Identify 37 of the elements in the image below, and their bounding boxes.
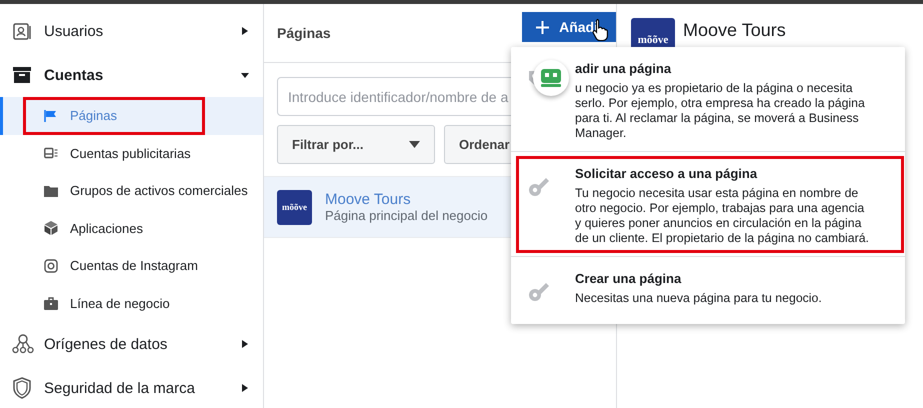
flag-icon [44, 108, 58, 123]
sidebar-subitem[interactable]: Cuentas de Instagram [0, 247, 263, 284]
sidebar-item[interactable]: Seguridad de la marca [0, 366, 263, 408]
caret-down-icon [241, 71, 249, 79]
sidebar-subitem[interactable]: Cuentas publicitarias [0, 134, 263, 172]
sidebar-item[interactable]: Usuarios [0, 9, 263, 53]
option-title: Crear una página [575, 271, 682, 286]
sidebar-item[interactable]: Orígenes de datos [0, 322, 263, 366]
filter-dropdown[interactable]: Filtrar por... [277, 125, 435, 164]
sidebar-subitem[interactable]: Línea de negocio [0, 284, 263, 322]
robot-icon [540, 68, 562, 88]
briefcase-icon [44, 296, 58, 310]
instagram-icon [44, 258, 58, 273]
sidebar-item[interactable]: Cuentas [0, 53, 263, 97]
id-card-icon [12, 21, 32, 41]
option-description: Necesitas una nueva página para tu negocio. [575, 291, 822, 306]
sidebar-subitem[interactable]: Grupos de activos comerciales [0, 172, 263, 210]
menu-option[interactable]: Crear una página Necesitas una nueva página para tu negocio. [511, 257, 905, 324]
caret-down-icon [409, 141, 420, 148]
archive-icon [12, 66, 32, 84]
sidebar-subitem[interactable]: Páginas [0, 97, 263, 134]
plus-icon [536, 20, 550, 34]
page-logo: mõõve [277, 190, 312, 224]
cube-icon [44, 221, 58, 236]
caret-right-icon [241, 340, 249, 348]
shield-icon [12, 377, 32, 399]
caret-right-icon [241, 384, 249, 392]
page-subtitle: Página principal del negocio [325, 208, 488, 223]
caret-right-icon [241, 27, 249, 35]
folder-icon [44, 184, 58, 197]
network-icon [12, 334, 34, 354]
panel-title: Páginas [277, 25, 331, 41]
ad-account-icon [44, 147, 58, 160]
option-title: adir una página [575, 61, 672, 76]
sidebar-subitem[interactable]: Aplicaciones [0, 210, 263, 247]
page-name: Moove Tours [325, 191, 412, 208]
page-title: Moove Tours [683, 20, 786, 41]
